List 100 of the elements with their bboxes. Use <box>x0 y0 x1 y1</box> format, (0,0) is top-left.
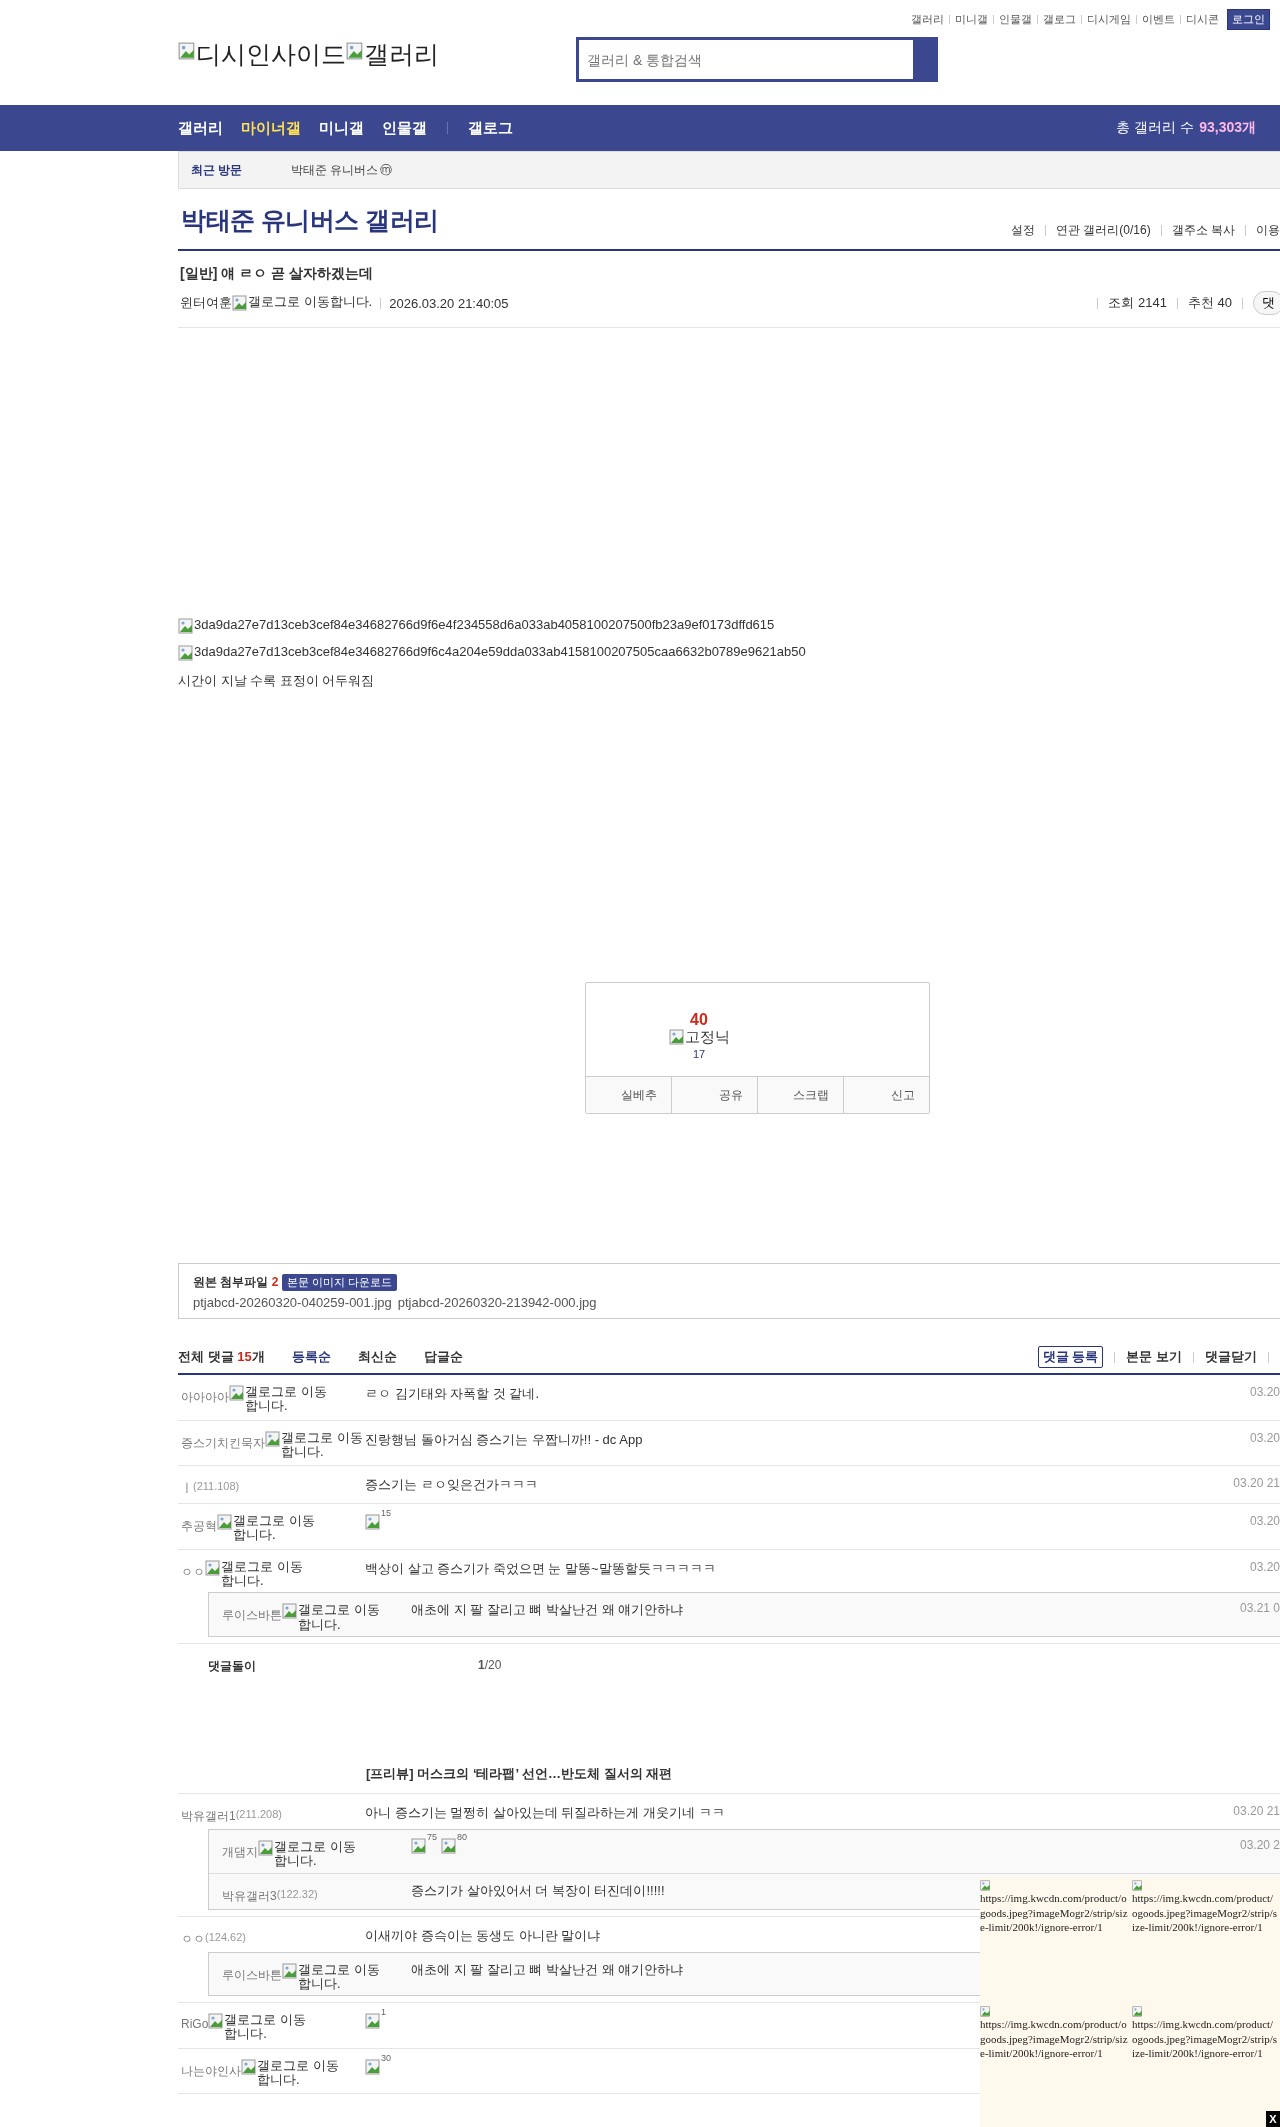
comment-author[interactable]: 아아아아 <box>181 1389 229 1406</box>
top-link[interactable]: 이벤트 <box>1142 12 1175 27</box>
recommend-count: 추천 40 <box>1187 294 1232 312</box>
post-title: 얘 ㄹㅇ 곧 살자하겠는데 <box>221 265 373 283</box>
nav-tab[interactable]: 갤로그 <box>468 118 513 138</box>
image-alt-text: 갤로그로 이동합니다. <box>233 1514 315 1543</box>
image-alt-text: https://img.kwcdn.com/product/ogoods.jpeg?imageMogr2/strip/size-limit/200k!/ignore-error/1 <box>980 1891 1129 1935</box>
image-alt-text: 3da9da27e7d13ceb3cef84e34682766d9f6e4f234558d6a033ab4058100207500fb23a9ef0173dffd615 <box>194 618 775 633</box>
comment-author[interactable]: 나는야인사 <box>181 2062 241 2080</box>
gallery-action-link[interactable]: 설정 <box>1010 222 1035 239</box>
comment-author[interactable]: 박유갤러3 <box>222 1887 277 1905</box>
comment-date: 03.20 <box>1249 1430 1280 1445</box>
top-link[interactable]: 갤러리 <box>911 12 944 27</box>
comment-text: 아니 증스기는 멀쩡히 살아있는데 뒤질라하는게 개웃기네 ㅋㅋ <box>365 1803 725 1822</box>
comment-date: 03.20 21 <box>1233 1803 1280 1818</box>
broken-image-icon <box>241 2058 257 2075</box>
image-alt-text: 30 <box>381 2053 391 2064</box>
comment-date: 03.20 <box>1249 1559 1280 1574</box>
attachment-file-link[interactable]: ptjabcd-20260320-213942-000.jpg <box>397 1295 597 1310</box>
top-link[interactable]: 디시게임 <box>1087 12 1131 27</box>
recommend-action-button[interactable]: 스크랩 <box>758 1077 844 1113</box>
image-alt-text: 갤로그로 이동합니다. <box>257 2058 339 2088</box>
comment-date: 03.20 <box>1249 1385 1280 1399</box>
attachment-file-link[interactable]: ptjabcd-20260320-040259-001.jpg <box>193 1295 392 1310</box>
top-link[interactable]: 미니갤 <box>955 12 988 27</box>
image-alt-text: 갤로그로 이동합니다. <box>298 1603 380 1632</box>
gallery-action-link[interactable]: 연관 갤러리(0/16) <box>1055 222 1151 239</box>
comment-author[interactable]: ㅇㅇ <box>181 1930 205 1948</box>
image-alt-text: https://img.kwcdn.com/product/ogoods.jpeg?imageMogr2/strip/size-limit/200k!/ignore-error/1 <box>1132 2017 1278 2061</box>
sort-tab[interactable]: 최신순 <box>357 1348 397 1366</box>
nav-tab[interactable]: 인물갤 <box>382 118 427 138</box>
ip-address: (211.208) <box>235 1807 282 1820</box>
bot-name: 댓글돌이 <box>207 1657 257 1675</box>
recent-label: 최근 방문 <box>191 161 244 179</box>
comment-text: 증스기는 ㄹㅇ잊은건가ㅋㅋㅋ <box>365 1476 538 1495</box>
top-link[interactable]: 갤로그 <box>1043 12 1076 27</box>
comment-author[interactable]: ㅇㅇ <box>181 1563 205 1581</box>
broken-image-icon <box>365 2013 381 2030</box>
author-name[interactable]: 윈터여훈 <box>180 294 232 312</box>
minor-gallery-mark: ⓜ <box>380 161 393 179</box>
broken-image-icon <box>232 295 248 311</box>
top-link[interactable]: 인물갤 <box>999 12 1032 27</box>
comment-author[interactable]: 루이스바튼 <box>222 1966 282 1984</box>
sort-tab[interactable]: 등록순 <box>291 1348 331 1366</box>
broken-image-icon <box>668 1029 685 1045</box>
post-text: 시간이 지날 수록 표정이 어두워짐 <box>178 672 376 690</box>
recommend-action-button[interactable]: 실베추 <box>586 1077 672 1113</box>
recommend-action-button[interactable]: 신고 <box>844 1077 929 1113</box>
comment-author[interactable]: RiGo <box>181 2017 209 2032</box>
ip-address: (122.32) <box>276 1887 318 1900</box>
comment-date: 03.20 <box>1249 1514 1280 1529</box>
download-button[interactable]: 본문 이미지 다운로드 <box>282 1274 398 1291</box>
broken-image-icon <box>282 1962 298 1979</box>
sort-tab[interactable]: 답글순 <box>423 1348 463 1366</box>
nav-tab[interactable]: 갤러리 <box>178 118 223 138</box>
image-alt-text: 1 <box>381 2008 386 2019</box>
image-alt-text: 3da9da27e7d13ceb3cef84e34682766d9f6c4a204e59dda033ab4158100207505caa6632b0789e9621ab50 <box>194 645 806 660</box>
nav-tab[interactable]: 마이너갤 <box>241 118 301 138</box>
comment-action-link[interactable]: 댓글닫기 <box>1205 1348 1257 1366</box>
comment-register-button[interactable]: 댓글 등록 <box>1037 1346 1104 1368</box>
recent-gallery-link[interactable]: 박태준 유니버스 ⓜ <box>291 161 393 179</box>
comment-author[interactable]: 추공혁 <box>181 1518 217 1536</box>
image-alt-text: 갤로그로 이동합니다. <box>298 1962 380 1992</box>
broken-image-icon <box>229 1385 245 1401</box>
top-link[interactable]: 디시콘 <box>1186 12 1219 27</box>
comment-text: 증스기가 살아있어서 더 복장이 터진데이!!!!! <box>411 1881 665 1900</box>
search-field[interactable]: 갤러리 & 통합검색 <box>576 37 938 82</box>
image-alt-text: 80 <box>457 1832 468 1843</box>
comment-date: 03.20 2 <box>1239 1837 1280 1852</box>
broken-image-icon <box>265 1430 281 1447</box>
broken-image-icon <box>411 1837 427 1854</box>
total-label: 총 갤러리 수 <box>1116 119 1195 135</box>
comment-author[interactable]: ㅣ <box>181 1480 193 1498</box>
broken-image-icon <box>1132 2005 1143 2017</box>
image-alt-text: 갤로그로 이동합니다. <box>221 1559 303 1589</box>
news-headline-link[interactable]: [프리뷰] 머스크의 ‘테라팹’ 선언…반도체 질서의 재편 <box>366 1764 1280 1783</box>
gallery-action-link[interactable]: 갤주소 복사 <box>1171 222 1235 239</box>
comment-author[interactable]: 루이스바튼 <box>222 1607 282 1625</box>
broken-image-icon <box>178 42 196 60</box>
image-alt-text: 갤로그로 이동합니다. <box>248 295 373 310</box>
fixed-count: 17 <box>691 1048 707 1060</box>
gallery-action-link[interactable]: 이용 <box>1256 222 1280 239</box>
recommend-action-button[interactable]: 공유 <box>672 1077 758 1113</box>
login-button[interactable]: 로그인 <box>1227 9 1270 30</box>
broken-image-icon <box>178 645 194 661</box>
broken-image-icon <box>441 1837 457 1854</box>
comment-text: 진랑행님 돌아거심 증스기는 우짭니까!! - dc App <box>365 1430 643 1449</box>
ip-address: (124.62) <box>205 1930 246 1943</box>
comment-author[interactable]: 박유갤러1 <box>181 1807 236 1825</box>
gallery-title[interactable]: 박태준 유니버스 갤러리 <box>181 208 439 239</box>
close-button[interactable]: X <box>1266 2111 1280 2127</box>
comment-author[interactable]: 개댐지 <box>222 1843 258 1861</box>
comment-date: 03.21 0 <box>1239 1601 1280 1616</box>
comment-action-link[interactable]: 본문 보기 <box>1126 1348 1182 1366</box>
nav-tab[interactable]: 미니갤 <box>319 118 364 138</box>
comment-button[interactable]: 댓 <box>1253 291 1280 315</box>
recommend-number: 40 <box>689 1011 709 1029</box>
image-alt-text: 갤러리 <box>364 42 439 67</box>
comment-author[interactable]: 증스기치킨묵자 <box>181 1434 265 1452</box>
logo-link[interactable]: 디시인사이드 갤러리 <box>178 37 576 67</box>
